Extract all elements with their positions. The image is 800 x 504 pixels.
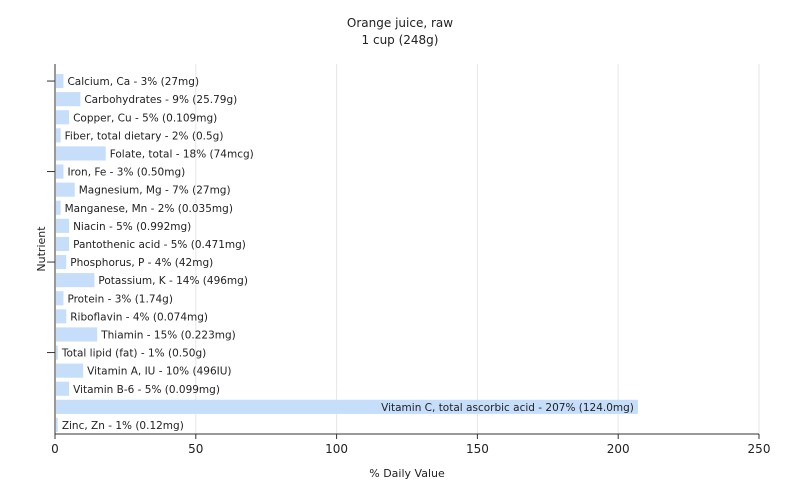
chart-root: 0 50 100 150 200 250 Calcium, Ca - 3% (27mg) C… <box>0 0 800 500</box>
bar-chart: 0 50 100 150 200 250 Calcium, Ca - 3% (27mg) C… <box>35 16 770 480</box>
bar <box>56 200 61 215</box>
bar <box>56 218 70 233</box>
bar-label: Carbohydrates - 9% (25.79g) <box>84 94 237 106</box>
bar-label: Vitamin A, IU - 10% (496IU) <box>87 366 231 378</box>
bar-label: Manganese, Mn - 2% (0.035mg) <box>65 203 233 215</box>
bar <box>56 182 75 197</box>
bar <box>56 309 67 324</box>
chart-subtitle: 1 cup (248g) <box>362 33 439 47</box>
bar-label: Total lipid (fat) - 1% (0.50g) <box>61 348 206 360</box>
bar <box>56 363 84 378</box>
bar-label: Riboflavin - 4% (0.074mg) <box>70 311 208 323</box>
bar-label: Potassium, K - 14% (496mg) <box>98 275 248 287</box>
bar-label: Vitamin C, total ascorbic acid - 207% (1… <box>381 402 634 414</box>
bar-label: Magnesium, Mg - 7% (27mg) <box>79 185 231 197</box>
bar <box>56 92 81 107</box>
bar <box>56 273 95 288</box>
x-tick-label: 250 <box>748 442 771 456</box>
bar-label: Phosphorus, P - 4% (42mg) <box>70 257 213 269</box>
bar-label: Vitamin B-6 - 5% (0.099mg) <box>73 384 220 396</box>
x-axis-title: % Daily Value <box>369 467 445 480</box>
bar <box>56 73 64 89</box>
bar-label: Calcium, Ca - 3% (27mg) <box>67 76 199 88</box>
bar <box>56 128 61 143</box>
x-tick-label: 0 <box>51 442 59 456</box>
bar-label: Niacin - 5% (0.992mg) <box>73 221 191 233</box>
x-tick-label: 50 <box>188 442 203 456</box>
bar-label: Pantothenic acid - 5% (0.471mg) <box>73 239 246 251</box>
x-ticks: 0 50 100 150 200 250 <box>51 434 770 456</box>
bar <box>56 254 67 270</box>
bar <box>56 327 98 342</box>
bar-label: Folate, total - 18% (74mcg) <box>110 148 254 160</box>
bar-label: Copper, Cu - 5% (0.109mg) <box>73 112 217 124</box>
bar <box>56 110 70 125</box>
bar <box>56 146 106 161</box>
bar <box>56 236 70 252</box>
bar-label: Fiber, total dietary - 2% (0.5g) <box>65 130 224 142</box>
bar-label: Protein - 3% (1.74g) <box>67 293 173 305</box>
x-tick-label: 150 <box>466 442 489 456</box>
bar <box>56 291 64 306</box>
bar-label: Zinc, Zn - 1% (0.12mg) <box>62 420 184 432</box>
bar <box>56 417 58 433</box>
y-axis-title: Nutrient <box>35 226 48 272</box>
chart-title: Orange juice, raw <box>347 16 453 30</box>
x-tick-label: 200 <box>607 442 630 456</box>
bar-label: Iron, Fe - 3% (0.50mg) <box>67 167 185 179</box>
bar <box>56 164 64 179</box>
bar <box>56 345 58 360</box>
bar-label: Thiamin - 15% (0.223mg) <box>100 329 236 341</box>
x-tick-label: 100 <box>325 442 348 456</box>
bar <box>56 381 70 396</box>
